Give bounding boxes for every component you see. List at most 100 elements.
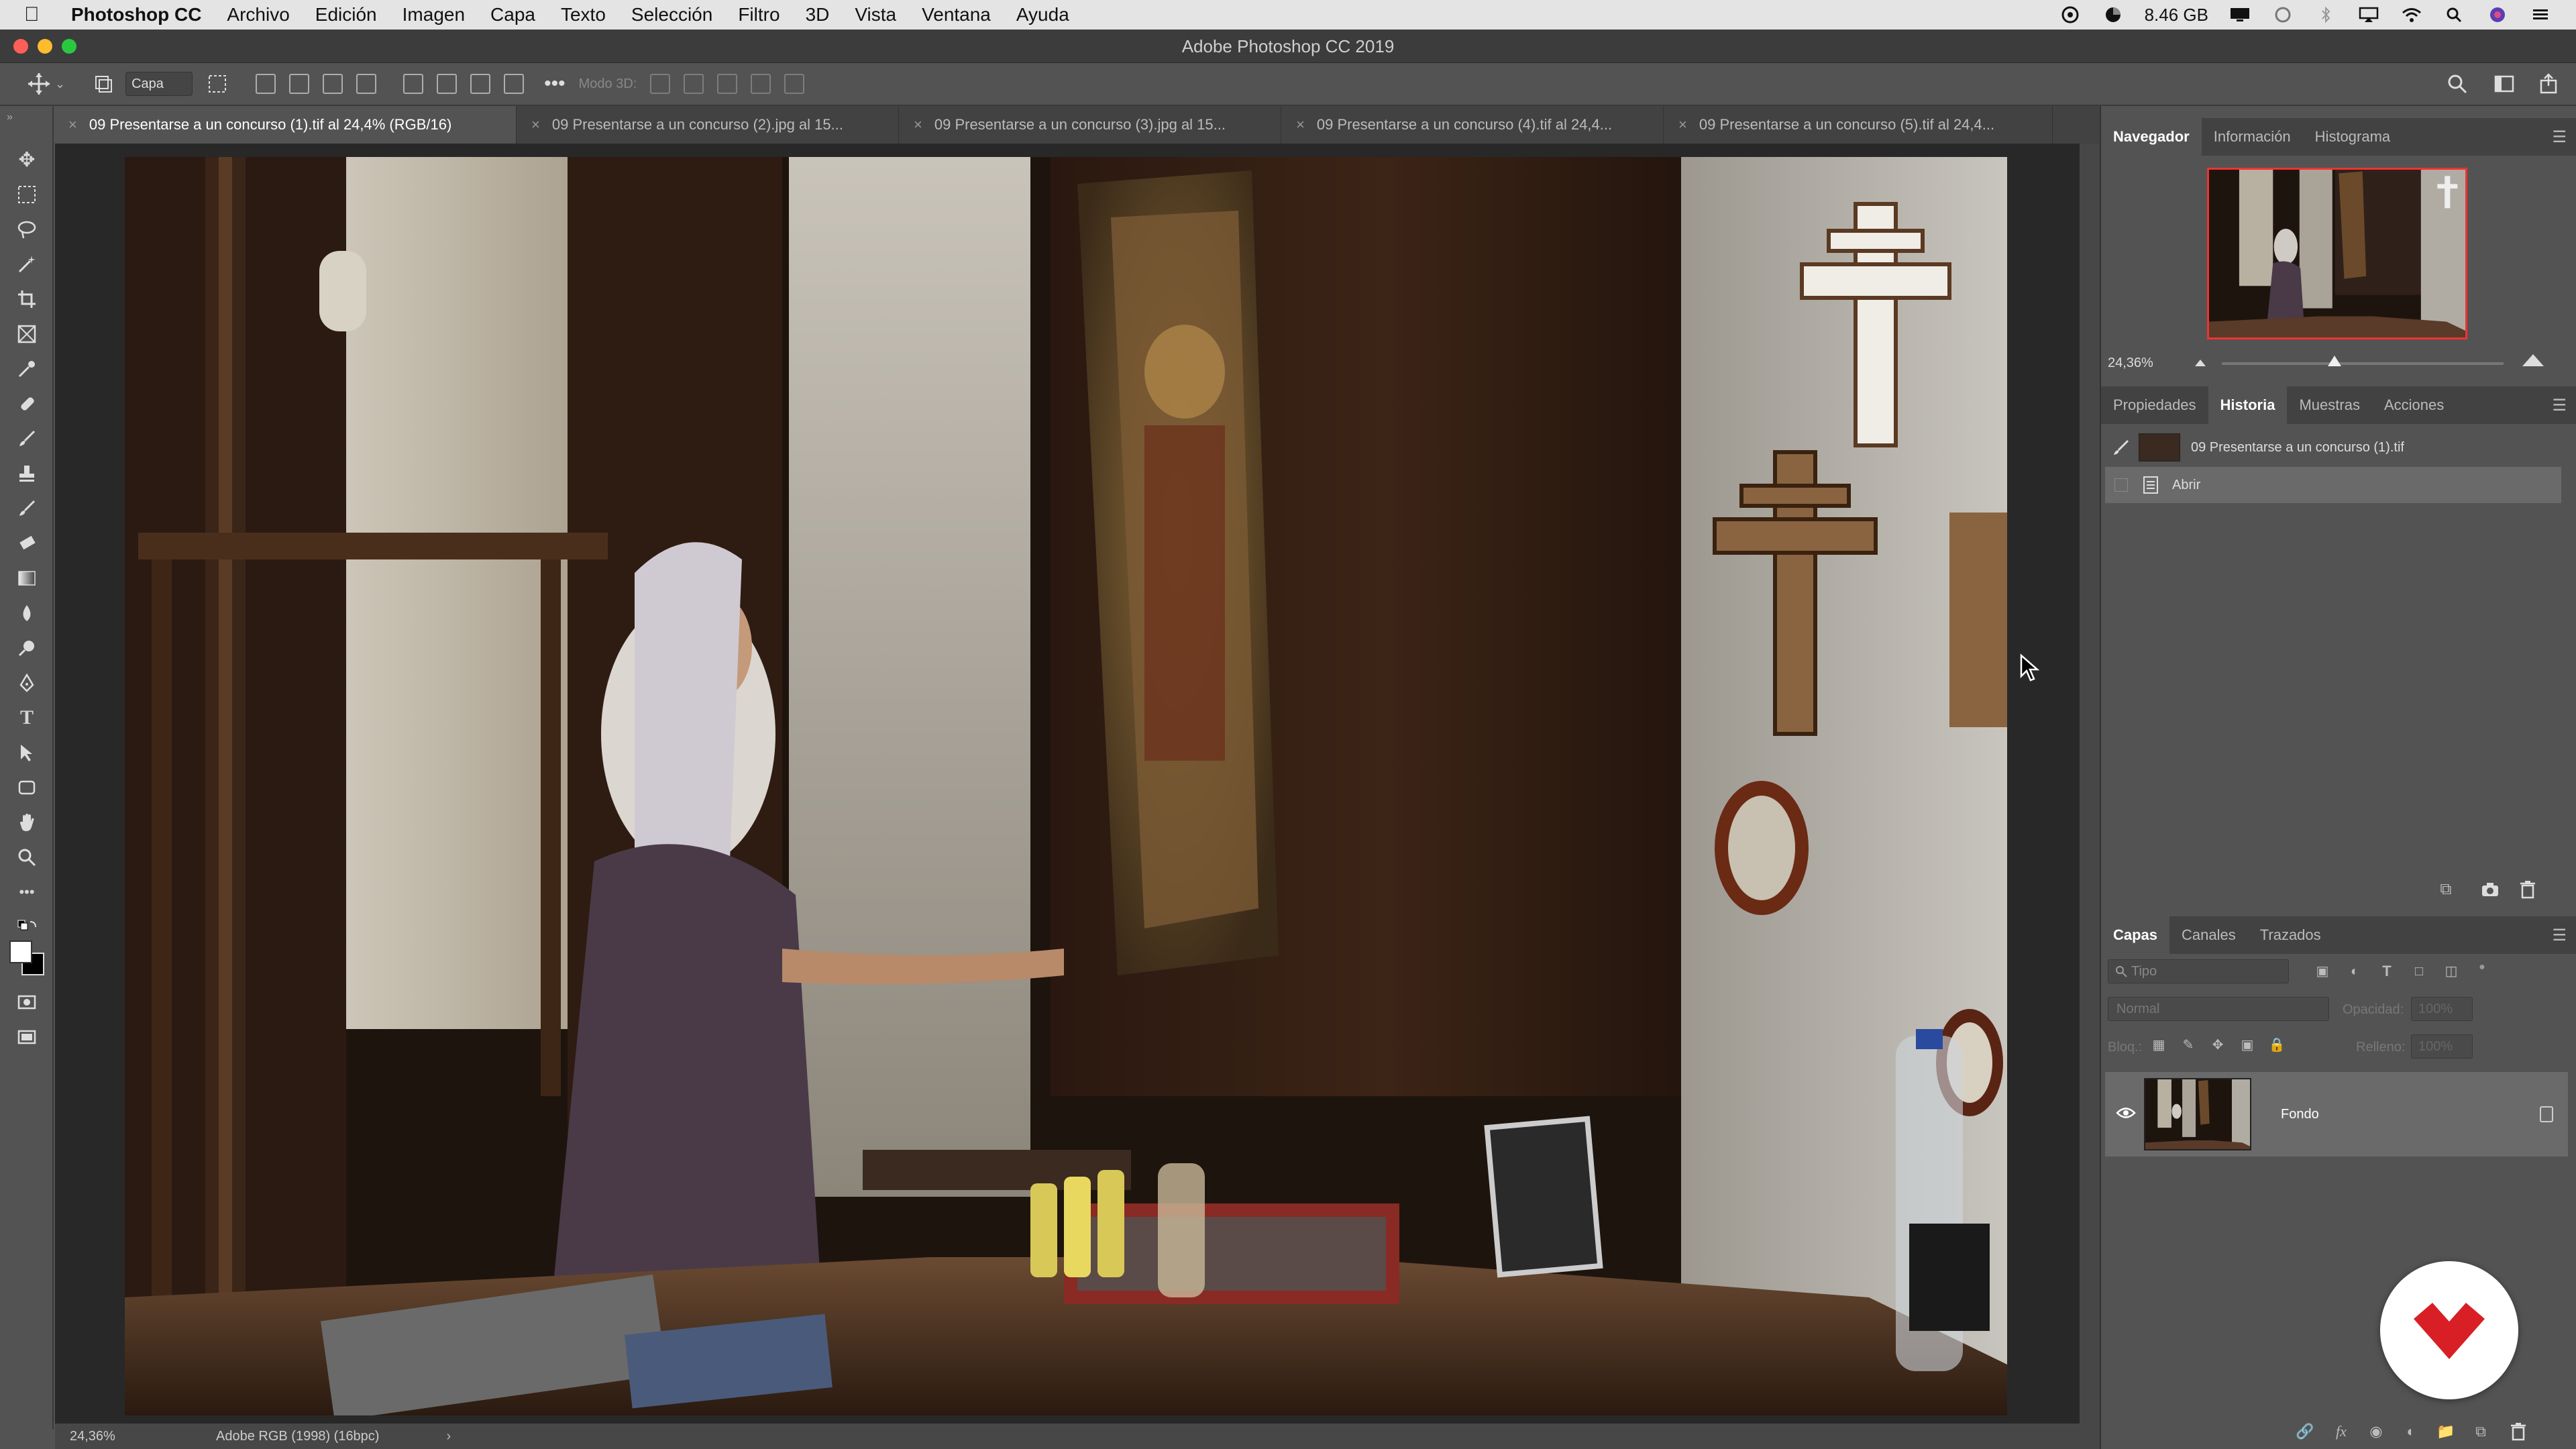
opacity-field[interactable]: 100% — [2411, 997, 2473, 1021]
tab-canales[interactable]: Canales — [2169, 916, 2248, 954]
zoom-out-icon[interactable] — [2192, 356, 2208, 369]
tab-propiedades[interactable]: Propiedades — [2101, 386, 2208, 424]
more-options-icon[interactable]: ••• — [544, 72, 566, 95]
menu-capa[interactable]: Capa — [490, 4, 535, 25]
menu-ayuda[interactable]: Ayuda — [1016, 4, 1069, 25]
menu-3d[interactable]: 3D — [806, 4, 830, 25]
slide-3d-icon[interactable] — [751, 74, 771, 94]
tab-muestras[interactable]: Muestras — [2287, 386, 2371, 424]
layer-filter-kind[interactable]: Tipo — [2108, 959, 2289, 983]
lasso-tool-icon[interactable] — [13, 216, 40, 243]
zoom-field[interactable]: 24,36% — [55, 1429, 129, 1444]
delete-layer-trash-icon[interactable] — [2510, 1422, 2526, 1441]
tab-capas[interactable]: Capas — [2101, 916, 2170, 954]
tab-document-3[interactable]: × 09 Presentarse a un concurso (3).jpg al… — [899, 106, 1281, 144]
bluetooth-icon[interactable] — [2314, 6, 2337, 23]
link-layers-icon[interactable]: 🔗 — [2296, 1422, 2314, 1441]
clone-stamp-tool-icon[interactable] — [13, 460, 40, 487]
orbit-3d-icon[interactable] — [650, 74, 671, 94]
scale-3d-icon[interactable] — [784, 74, 805, 94]
history-source-checkbox[interactable] — [2114, 478, 2128, 492]
tab-document-5[interactable]: × 09 Presentarse a un concurso (5).tif al… — [1664, 106, 2053, 144]
move-tool-preset-icon[interactable] — [27, 72, 51, 96]
history-state[interactable]: Abrir — [2105, 467, 2561, 503]
lock-all-icon[interactable]: 🔒 — [2267, 1036, 2286, 1055]
tab-document-1[interactable]: × 09 Presentarse a un concurso (1).tif al… — [54, 106, 517, 144]
menu-seleccion[interactable]: Selección — [631, 4, 712, 25]
new-group-icon[interactable]: 📁 — [2436, 1422, 2455, 1441]
camera-snapshot-icon[interactable] — [2481, 881, 2500, 898]
vertical-scrollbar[interactable] — [2080, 144, 2100, 1429]
type-tool-icon[interactable]: T — [13, 704, 40, 731]
display-icon[interactable] — [2229, 6, 2251, 23]
chevron-down-icon[interactable]: ⌄ — [55, 77, 65, 91]
tab-trazados[interactable]: Trazados — [2248, 916, 2333, 954]
navigator-zoom-value[interactable]: 24,36% — [2108, 356, 2153, 371]
airplay-icon[interactable] — [2357, 6, 2380, 23]
healing-brush-tool-icon[interactable] — [13, 390, 40, 417]
document-canvas[interactable] — [55, 144, 2100, 1429]
frame-tool-icon[interactable] — [13, 321, 40, 347]
tab-acciones[interactable]: Acciones — [2372, 386, 2456, 424]
align-top-icon[interactable] — [403, 74, 424, 94]
menu-archivo[interactable]: Archivo — [227, 4, 289, 25]
tab-historia[interactable]: Historia — [2208, 386, 2288, 424]
panel-menu-icon[interactable]: ☰ — [2552, 926, 2567, 945]
filter-type-icon[interactable]: T — [2377, 962, 2396, 981]
search-icon[interactable] — [2446, 72, 2469, 95]
lock-position-icon[interactable]: ✥ — [2208, 1036, 2227, 1055]
edit-toolbar-icon[interactable]: ••• — [13, 879, 40, 906]
lock-image-pixels-icon[interactable]: ✎ — [2179, 1036, 2198, 1055]
collapse-toolbar-icon[interactable]: » — [7, 111, 13, 123]
wifi-icon[interactable] — [2400, 6, 2423, 23]
blend-mode-dropdown[interactable]: Normal — [2108, 997, 2329, 1021]
gradient-tool-icon[interactable] — [13, 565, 40, 592]
lock-artboard-icon[interactable]: ▣ — [2238, 1036, 2257, 1055]
close-window-button[interactable] — [13, 39, 28, 54]
close-tab-icon[interactable]: × — [531, 116, 540, 133]
tab-document-2[interactable]: × 09 Presentarse a un concurso (2).jpg al… — [517, 106, 899, 144]
document-image[interactable] — [125, 157, 2007, 1415]
pan-3d-icon[interactable] — [717, 74, 738, 94]
tab-informacion[interactable]: Información — [2202, 118, 2303, 156]
dodge-tool-icon[interactable] — [13, 635, 40, 661]
adjustment-layer-icon[interactable]: ◐ — [2402, 1422, 2420, 1441]
navigator-zoom-slider[interactable] — [2222, 362, 2504, 365]
filter-smart-object-icon[interactable]: ◫ — [2442, 962, 2461, 981]
add-mask-icon[interactable]: ◉ — [2367, 1422, 2385, 1441]
eyedropper-tool-icon[interactable] — [13, 356, 40, 382]
auto-select-target-dropdown[interactable]: Capa — [125, 72, 193, 96]
zoom-window-button[interactable] — [62, 39, 76, 54]
move-tool-icon[interactable]: ✥ — [13, 146, 40, 173]
history-brush-tool-icon[interactable] — [13, 495, 40, 522]
layer-row[interactable]: Fondo — [2105, 1072, 2568, 1157]
spotlight-search-icon[interactable] — [2443, 6, 2466, 23]
pen-tool-icon[interactable] — [13, 669, 40, 696]
default-colors-icon[interactable] — [13, 914, 40, 941]
history-brush-source-icon[interactable] — [2112, 438, 2131, 457]
align-horizontal-center-icon[interactable] — [289, 74, 310, 94]
layer-style-fx-icon[interactable]: fx — [2332, 1422, 2351, 1441]
menu-ventana[interactable]: Ventana — [922, 4, 991, 25]
notification-center-icon[interactable] — [2529, 6, 2552, 23]
memory-icon[interactable] — [2102, 6, 2125, 23]
screen-mode-icon[interactable] — [13, 1024, 40, 1051]
layer-name[interactable]: Fondo — [2281, 1107, 2319, 1122]
distribute-vertical-icon[interactable] — [504, 74, 525, 94]
align-right-icon[interactable] — [323, 74, 343, 94]
zoom-in-icon[interactable] — [2521, 352, 2545, 369]
lock-transparent-pixels-icon[interactable]: ▦ — [2149, 1036, 2168, 1055]
menu-texto[interactable]: Texto — [561, 4, 606, 25]
tab-document-4[interactable]: × 09 Presentarse a un concurso (4).tif al… — [1281, 106, 1664, 144]
shape-tool-icon[interactable] — [13, 774, 40, 801]
share-icon[interactable] — [2537, 72, 2560, 95]
minimize-window-button[interactable] — [38, 39, 52, 54]
close-tab-icon[interactable]: × — [1296, 116, 1305, 133]
chevron-right-icon[interactable]: › — [446, 1429, 451, 1444]
workspace-icon[interactable] — [2493, 72, 2516, 95]
app-menu[interactable]: Photoshop CC — [71, 4, 201, 25]
filter-toggle-icon[interactable]: ● — [2473, 958, 2491, 977]
magic-wand-tool-icon[interactable] — [13, 251, 40, 278]
tab-histograma[interactable]: Histograma — [2303, 118, 2402, 156]
align-bottom-icon[interactable] — [470, 74, 491, 94]
